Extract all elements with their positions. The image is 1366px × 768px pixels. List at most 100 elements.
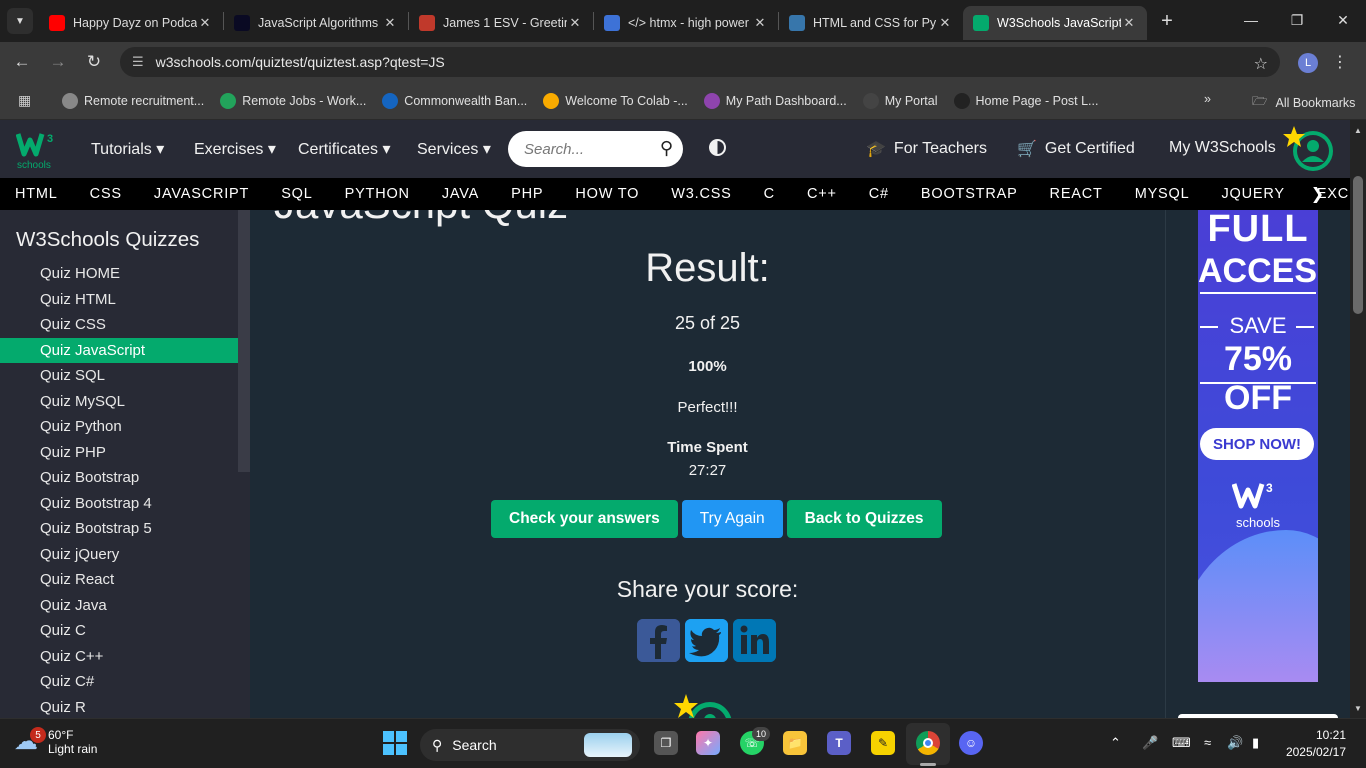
bookmark-item[interactable]: Remote Jobs - Work... [220,92,366,109]
close-tab-icon[interactable]: ✕ [937,15,953,31]
sidebar-item[interactable]: Quiz CSS [0,312,238,338]
bookmark-star-icon[interactable]: ☆ [1254,54,1268,74]
subnav-link[interactable]: MYSQL [1135,186,1190,202]
browser-tab[interactable]: HTML and CSS for Py ✕ [779,6,963,40]
new-tab-button[interactable]: + [1155,10,1179,33]
browser-tab[interactable]: W3Schools JavaScript ✕ [963,6,1147,40]
scroll-thumb[interactable] [1353,176,1363,314]
w3schools-logo[interactable]: 3 schools [15,128,60,171]
subnav-link[interactable]: CSS [90,186,122,202]
page-scrollbar[interactable]: ▲ ▼ [1350,120,1366,718]
subnav-link[interactable]: PHP [511,186,543,202]
scroll-up-icon[interactable]: ▲ [1354,126,1362,135]
user-avatar-icon[interactable] [1282,124,1336,174]
forward-arrow-icon[interactable]: → [40,52,76,72]
sticky-notes-icon[interactable]: ✎ [871,731,895,755]
system-clock[interactable]: 10:21 2025/02/17 [1286,727,1346,761]
keyboard-icon[interactable]: ⌨ [1172,735,1191,751]
sidebar-item[interactable]: Quiz PHP [0,440,238,466]
file-explorer-icon[interactable]: 📁 [783,731,807,755]
sidebar-item[interactable]: Quiz C [0,618,238,644]
close-tab-icon[interactable]: ✕ [1121,15,1137,31]
sidebar-item[interactable]: Quiz SQL [0,363,238,389]
chrome-icon[interactable] [916,731,940,755]
linkedin-icon[interactable] [733,619,776,662]
maximize-button[interactable]: ❐ [1274,0,1320,40]
promo-banner[interactable]: FULL ACCESS SAVE 75% OFF SHOP NOW! 3 sch… [1198,210,1318,682]
sidebar-item[interactable]: Quiz React [0,567,238,593]
browser-menu-icon[interactable]: ⋮ [1332,52,1348,72]
sidebar-item[interactable]: Quiz Java [0,593,238,619]
sidebar-item[interactable]: Quiz Python [0,414,238,440]
site-settings-icon[interactable]: ☰ [132,54,144,70]
discord-icon[interactable]: ☺ [959,731,983,755]
search-input[interactable]: Search... ⚲ [508,131,683,167]
subnav-link[interactable]: JAVASCRIPT [154,186,249,202]
subnav-link[interactable]: BOOTSTRAP [921,186,1018,202]
sidebar-item[interactable]: Quiz jQuery [0,542,238,568]
sidebar-item[interactable]: Quiz HOME [0,261,238,287]
menu-tutorials[interactable]: Tutorials ▾ [91,139,164,159]
close-tab-icon[interactable]: ✕ [752,15,768,31]
browser-tab[interactable]: JavaScript Algorithms ✕ [224,6,408,40]
subnav-link[interactable]: C# [869,186,889,202]
subnav-link[interactable]: JAVA [442,186,479,202]
bookmark-item[interactable]: Commonwealth Ban... [382,92,527,109]
back-arrow-icon[interactable]: ← [4,52,40,72]
menu-services[interactable]: Services ▾ [417,139,491,159]
subnav-link[interactable]: C++ [807,186,837,202]
chevron-right-icon[interactable]: ❯ [1311,184,1325,204]
browser-tab[interactable]: James 1 ESV - Greeting ✕ [409,6,593,40]
bookmark-item[interactable]: My Portal [862,92,938,109]
browser-tab[interactable]: </> htmx - high power ✕ [594,6,778,40]
sidebar-item[interactable]: Quiz JavaScript [0,337,238,363]
teams-icon[interactable]: T [827,731,851,755]
subnav-link[interactable]: PYTHON [345,186,410,202]
sidebar-item[interactable]: Quiz MySQL [0,389,238,415]
menu-exercises[interactable]: Exercises ▾ [194,139,276,159]
try-again-button[interactable]: Try Again [681,500,783,538]
subnav-link[interactable]: C [764,186,775,202]
search-icon[interactable]: ⚲ [660,138,673,159]
sidebar-scrollbar[interactable] [238,210,250,472]
microphone-icon[interactable]: 🎤 [1142,735,1158,751]
sidebar-item[interactable]: Quiz C# [0,669,238,695]
bookmark-item[interactable]: Welcome To Colab -... [543,92,688,109]
bookmark-item[interactable]: Home Page - Post L... [953,92,1098,109]
sidebar-item[interactable]: Quiz Bootstrap [0,465,238,491]
sidebar-item[interactable]: Quiz R [0,695,238,719]
subnav-link[interactable]: HOW TO [575,186,639,202]
menu-certificates[interactable]: Certificates ▾ [298,139,391,159]
check-answers-button[interactable]: Check your answers [491,500,678,538]
bookmark-item[interactable]: My Path Dashboard... [703,92,847,109]
wifi-icon[interactable]: ≈ [1204,735,1211,750]
get-certified-link[interactable]: 🛒 Get Certified [1017,139,1135,159]
sidebar-item[interactable]: Quiz Bootstrap 5 [0,516,238,542]
twitter-icon[interactable] [685,619,728,662]
back-to-quizzes-button[interactable]: Back to Quizzes [786,500,942,538]
browser-tab[interactable]: Happy Dayz on Podca ✕ [39,6,223,40]
close-tab-icon[interactable]: ✕ [197,15,213,31]
apps-grid-icon[interactable]: ▦ [18,92,36,109]
close-window-button[interactable]: ✕ [1320,0,1366,40]
windows-start-icon[interactable] [383,731,407,755]
bookmark-item[interactable]: Remote recruitment... [62,92,204,109]
shop-now-button[interactable]: SHOP NOW! [1200,428,1314,460]
for-teachers-link[interactable]: 🎓 For Teachers [866,139,987,159]
subnav-link[interactable]: JQUERY [1221,186,1284,202]
weather-widget[interactable]: ☁ 5 60°F Light rain [14,727,97,756]
facebook-icon[interactable] [637,619,680,662]
minimize-button[interactable]: — [1228,0,1274,40]
all-bookmarks-button[interactable]: 🗁 All Bookmarks [1252,92,1355,113]
chevron-up-icon[interactable]: ⌃ [1110,735,1121,751]
taskbar-search[interactable]: ⚲ Search [420,729,640,761]
subnav-link[interactable]: REACT [1050,186,1103,202]
more-bookmarks-icon[interactable]: » [1204,92,1211,106]
copilot-icon[interactable]: ✦ [696,731,720,755]
scroll-down-icon[interactable]: ▼ [1354,704,1362,713]
subnav-link[interactable]: SQL [281,186,312,202]
theme-toggle-icon[interactable] [709,139,726,156]
sidebar-item[interactable]: Quiz Bootstrap 4 [0,491,238,517]
my-w3schools-link[interactable]: My W3Schools [1169,139,1276,157]
sidebar-item[interactable]: Quiz HTML [0,287,238,313]
